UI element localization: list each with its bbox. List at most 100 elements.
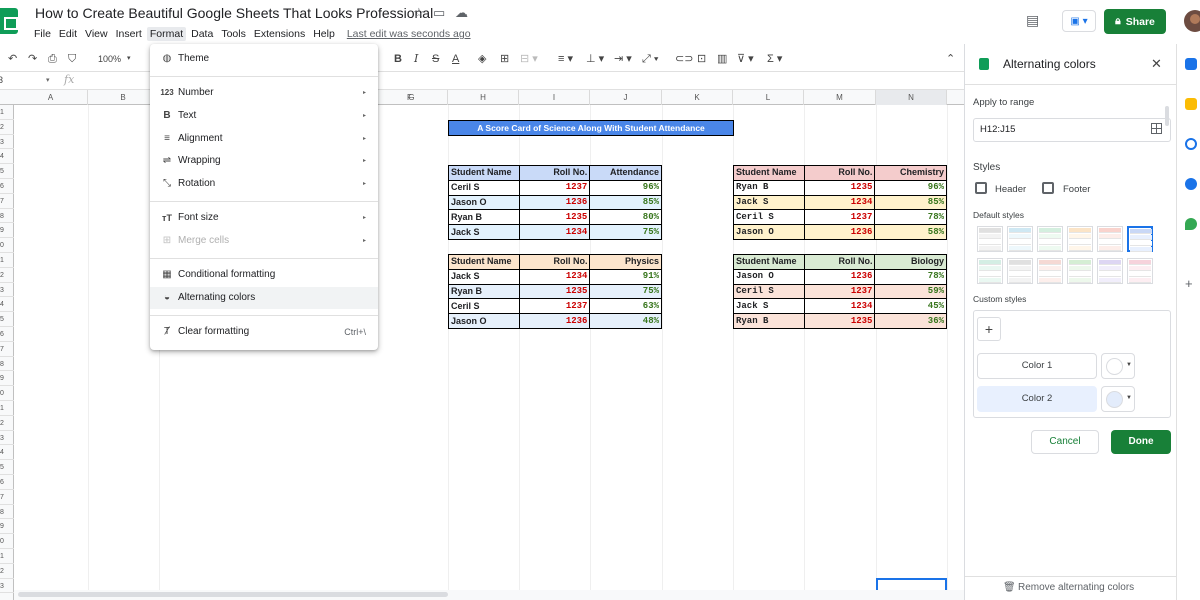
present-button[interactable]: ▣ ▾ (1062, 10, 1096, 32)
menu-item-text[interactable]: B Text ▸ (150, 105, 378, 127)
table-header-roll[interactable]: Roll No. (803, 165, 876, 181)
student-name-cell[interactable]: Ceril S (733, 283, 805, 300)
column-header-h[interactable]: H (448, 90, 519, 105)
row-header[interactable]: 8 (0, 357, 14, 372)
roll-cell[interactable]: 1237 (803, 209, 876, 226)
color1-button[interactable]: Color 1 (977, 353, 1097, 379)
student-name-cell[interactable]: Jack S (448, 224, 520, 240)
table-header-roll[interactable]: Roll No. (803, 254, 876, 270)
style-swatch[interactable] (1097, 226, 1123, 252)
row-header[interactable]: 0 (0, 534, 14, 549)
column-header-k[interactable]: K (662, 90, 733, 105)
range-input[interactable]: H12:J15 (973, 118, 1171, 142)
row-header[interactable]: 6 (0, 179, 14, 194)
menu-item-theme[interactable]: ◍ Theme (150, 48, 378, 70)
close-icon[interactable]: ✕ (1151, 56, 1162, 72)
row-header[interactable]: 4 (0, 297, 14, 313)
roll-cell[interactable]: 1235 (803, 179, 876, 196)
student-name-cell[interactable]: Ceril S (448, 298, 520, 315)
add-custom-style-button[interactable]: + (977, 317, 1001, 341)
roll-cell[interactable]: 1237 (803, 283, 876, 300)
row-header[interactable]: 2 (0, 564, 14, 579)
row-header[interactable]: 7 (0, 194, 14, 209)
column-header-i[interactable]: I (519, 90, 590, 105)
row-header[interactable]: 6 (0, 327, 14, 342)
student-name-cell[interactable]: Ryan B (448, 283, 520, 300)
style-swatch[interactable] (1037, 258, 1063, 284)
menu-item-font-size[interactable]: тT Font size ▸ (150, 207, 378, 229)
maps-icon[interactable] (1185, 218, 1197, 230)
share-button[interactable]: 🔒︎ Share (1104, 9, 1166, 34)
menu-insert[interactable]: Insert (116, 28, 142, 40)
text-color-icon[interactable]: A (452, 52, 459, 66)
color2-button[interactable]: Color 2 (977, 386, 1097, 412)
color2-picker[interactable]: ▼ (1101, 386, 1135, 412)
score-cell[interactable]: 96% (589, 179, 662, 196)
comments-icon[interactable]: ▤ (1026, 12, 1039, 29)
menu-item-number[interactable]: 123 Number ▸ (150, 82, 378, 104)
row-header[interactable]: 5 (0, 460, 14, 475)
table-header-name[interactable]: Student Name (733, 254, 805, 270)
menu-help[interactable]: Help (313, 28, 335, 40)
done-button[interactable]: Done (1111, 430, 1171, 454)
score-cell[interactable]: 75% (589, 283, 662, 300)
table-header-score[interactable]: Biology (874, 254, 947, 270)
avatar[interactable] (1184, 10, 1200, 32)
score-cell[interactable]: 80% (589, 209, 662, 226)
score-cell[interactable]: 36% (874, 313, 947, 329)
row-header[interactable]: 0 (0, 238, 14, 253)
rotate-icon[interactable]: ⤢ ▾ (642, 52, 658, 66)
roll-cell[interactable]: 1234 (803, 194, 876, 211)
style-swatch[interactable] (1127, 226, 1153, 252)
table-header-roll[interactable]: Roll No. (518, 165, 591, 181)
student-name-cell[interactable]: Jason O (733, 224, 805, 240)
table-header-score[interactable]: Chemistry (874, 165, 947, 181)
row-header[interactable]: 0 (0, 386, 14, 401)
keep-icon[interactable] (1185, 98, 1197, 110)
row-header[interactable]: 8 (0, 209, 14, 224)
select-range-icon[interactable] (1151, 123, 1162, 134)
score-cell[interactable]: 78% (874, 209, 947, 226)
row-header[interactable]: 1 (0, 253, 14, 268)
menu-item-alternating-colors[interactable]: ◒ Alternating colors (150, 287, 378, 309)
roll-cell[interactable]: 1236 (518, 194, 591, 211)
score-cell[interactable]: 85% (874, 194, 947, 211)
cancel-button[interactable]: Cancel (1031, 430, 1099, 454)
style-swatch[interactable] (1127, 258, 1153, 284)
undo-icon[interactable]: ↶ (8, 52, 17, 66)
header-checkbox[interactable] (975, 182, 987, 194)
row-header[interactable]: 9 (0, 519, 14, 535)
row-header[interactable]: 2 (0, 416, 14, 431)
roll-cell[interactable]: 1237 (518, 179, 591, 196)
roll-cell[interactable]: 1235 (518, 209, 591, 226)
table-header-score[interactable]: Physics (589, 254, 662, 270)
row-header[interactable]: 6 (0, 475, 14, 490)
merge-icon[interactable]: ⊟ ▾ (520, 52, 538, 66)
menu-item-rotation[interactable]: ⤡ Rotation ▸ (150, 173, 378, 195)
add-app-icon[interactable]: + (1185, 276, 1193, 291)
column-header-a[interactable]: A (14, 90, 88, 105)
table-header-name[interactable]: Student Name (448, 254, 520, 270)
zoom-select[interactable]: 100% (98, 52, 121, 66)
document-title[interactable]: How to Create Beautiful Google Sheets Th… (35, 5, 433, 21)
student-name-cell[interactable]: Jason O (448, 194, 520, 211)
style-swatch[interactable] (1007, 258, 1033, 284)
menu-extensions[interactable]: Extensions (254, 28, 305, 40)
tasks-icon[interactable] (1185, 138, 1197, 150)
menu-tools[interactable]: Tools (221, 28, 246, 40)
valign-icon[interactable]: ⊥ ▾ (586, 52, 604, 66)
score-cell[interactable]: 48% (589, 313, 662, 329)
style-swatch[interactable] (977, 226, 1003, 252)
column-header-j[interactable]: J (590, 90, 662, 105)
remove-alternating-colors-button[interactable]: 🗑︎ Remove alternating colors (965, 576, 1177, 600)
roll-cell[interactable]: 1235 (518, 283, 591, 300)
row-header[interactable]: 9 (0, 371, 14, 387)
strikethrough-icon[interactable]: S (432, 52, 439, 66)
table-header-score[interactable]: Attendance (589, 165, 662, 181)
roll-cell[interactable]: 1236 (803, 224, 876, 240)
name-box-caret-icon[interactable]: ▾ (46, 76, 50, 84)
student-name-cell[interactable]: Jason O (448, 313, 520, 329)
color1-picker[interactable]: ▼ (1101, 353, 1135, 379)
roll-cell[interactable]: 1234 (518, 268, 591, 285)
move-folder-icon[interactable]: ▭ (433, 5, 445, 21)
